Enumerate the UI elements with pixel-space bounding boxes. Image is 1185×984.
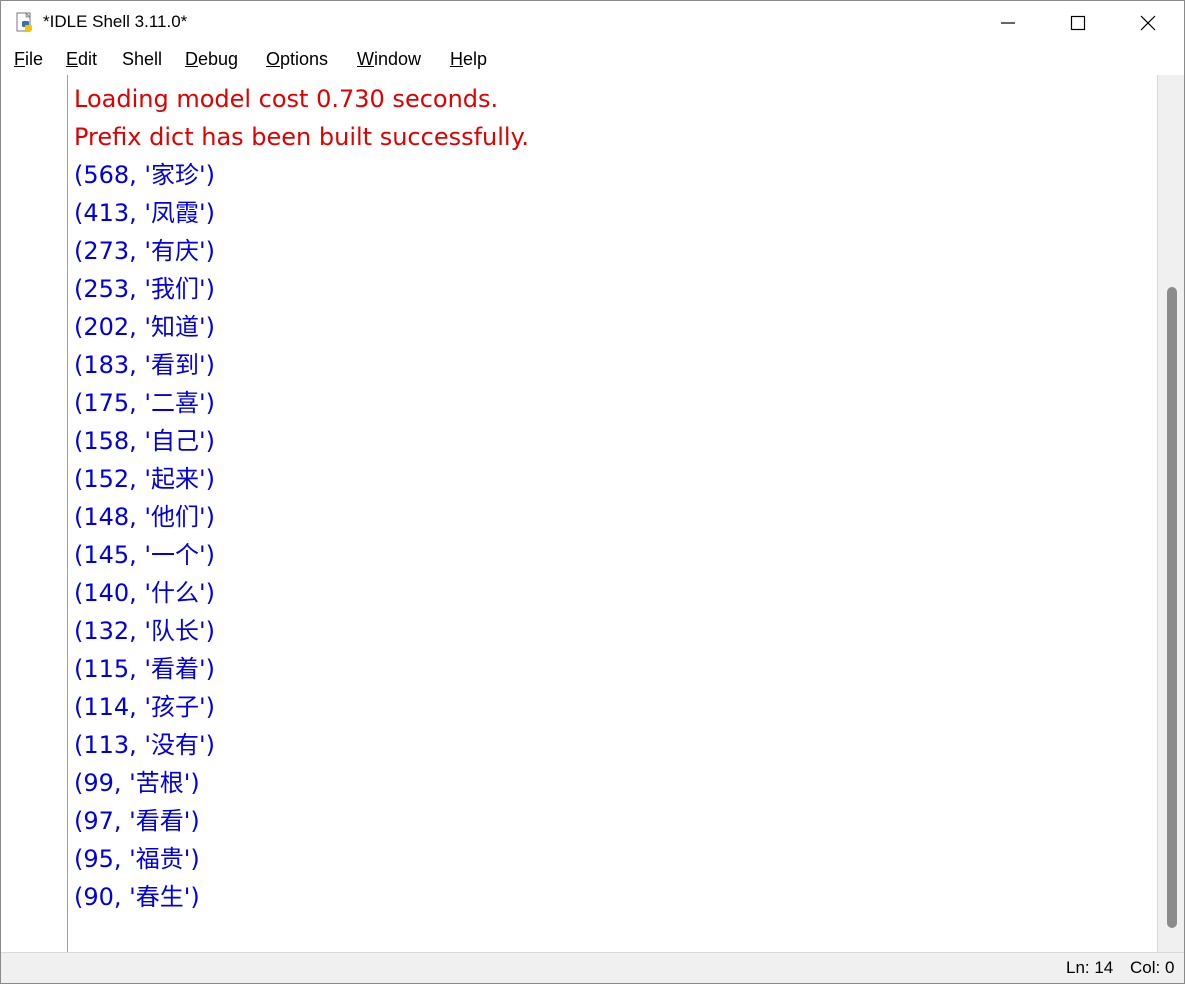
menu-edit-label: dit [78,49,98,69]
maximize-icon [1070,15,1086,31]
output-line: (253, '我们') [74,275,215,303]
output-line: (145, '一个') [74,541,215,569]
menu-debug[interactable]: Debug [185,49,238,70]
stderr-line: Prefix dict has been built successfully. [74,123,530,151]
prompt-gutter [1,75,68,953]
output-line: (95, '福贵') [74,845,200,873]
menu-window[interactable]: Window [357,49,421,70]
menu-file-label: ile [25,49,44,69]
output-line: (202, '知道') [74,313,215,341]
menu-shell-label: Shell [122,49,163,69]
idle-shell-window: *IDLE Shell 3.11.0* File Edit Shell Debu… [0,0,1185,984]
output-line: (140, '什么') [74,579,215,607]
menu-options-label: ptions [280,49,329,69]
output-line: (114, '孩子') [74,693,215,721]
menu-options-mnemonic: O [266,49,281,69]
python-app-icon [16,12,32,32]
title-bar[interactable]: *IDLE Shell 3.11.0* [1,1,1184,45]
scrollbar-thumb[interactable] [1167,287,1177,928]
output-line: (113, '没有') [74,731,215,759]
output-line: (132, '队长') [74,617,215,645]
menu-edit[interactable]: Edit [66,49,97,70]
output-line: (90, '春生') [74,883,200,911]
output-line: (148, '他们') [74,503,215,531]
output-line: (152, '起来') [74,465,215,493]
menu-debug-label: ebug [198,49,239,69]
menu-help-label: elp [463,49,488,69]
column-number-status: Col: 0 [1130,958,1175,977]
stderr-line: Loading model cost 0.730 seconds. [74,85,499,113]
output-line: (158, '自己') [74,427,215,455]
shell-text-area[interactable]: Loading model cost 0.730 seconds. Prefix… [68,75,1156,953]
close-icon [1140,15,1156,31]
menu-options[interactable]: Options [266,49,328,70]
menu-edit-mnemonic: E [66,49,79,69]
maximize-button[interactable] [1043,1,1113,45]
menu-file-mnemonic: F [14,49,25,69]
status-bar: Ln: 14 Col: 0 [1,952,1184,983]
output-line: (273, '有庆') [74,237,215,265]
menu-window-mnemonic: W [357,49,374,69]
output-line: (175, '二喜') [74,389,215,417]
output-line: (115, '看着') [74,655,215,683]
output-line: (413, '凤霞') [74,199,215,227]
line-number-status: Ln: 14 [1066,958,1114,977]
output-line: (97, '看看') [74,807,200,835]
window-title: *IDLE Shell 3.11.0* [43,12,188,31]
menu-shell[interactable]: Shell [122,49,162,70]
menu-debug-mnemonic: D [185,49,198,69]
menu-help[interactable]: Help [450,49,487,70]
minimize-icon [1001,22,1015,24]
output-line: (99, '苦根') [74,769,200,797]
close-button[interactable] [1113,1,1183,45]
menu-file[interactable]: File [14,49,43,70]
output-line: (183, '看到') [74,351,215,379]
minimize-button[interactable] [973,1,1043,45]
menu-bar: File Edit Shell Debug Options Window Hel… [1,45,1184,75]
vertical-scrollbar[interactable] [1157,75,1184,953]
menu-window-label: indow [374,49,422,69]
output-line: (568, '家珍') [74,161,215,189]
menu-help-mnemonic: H [450,49,463,69]
